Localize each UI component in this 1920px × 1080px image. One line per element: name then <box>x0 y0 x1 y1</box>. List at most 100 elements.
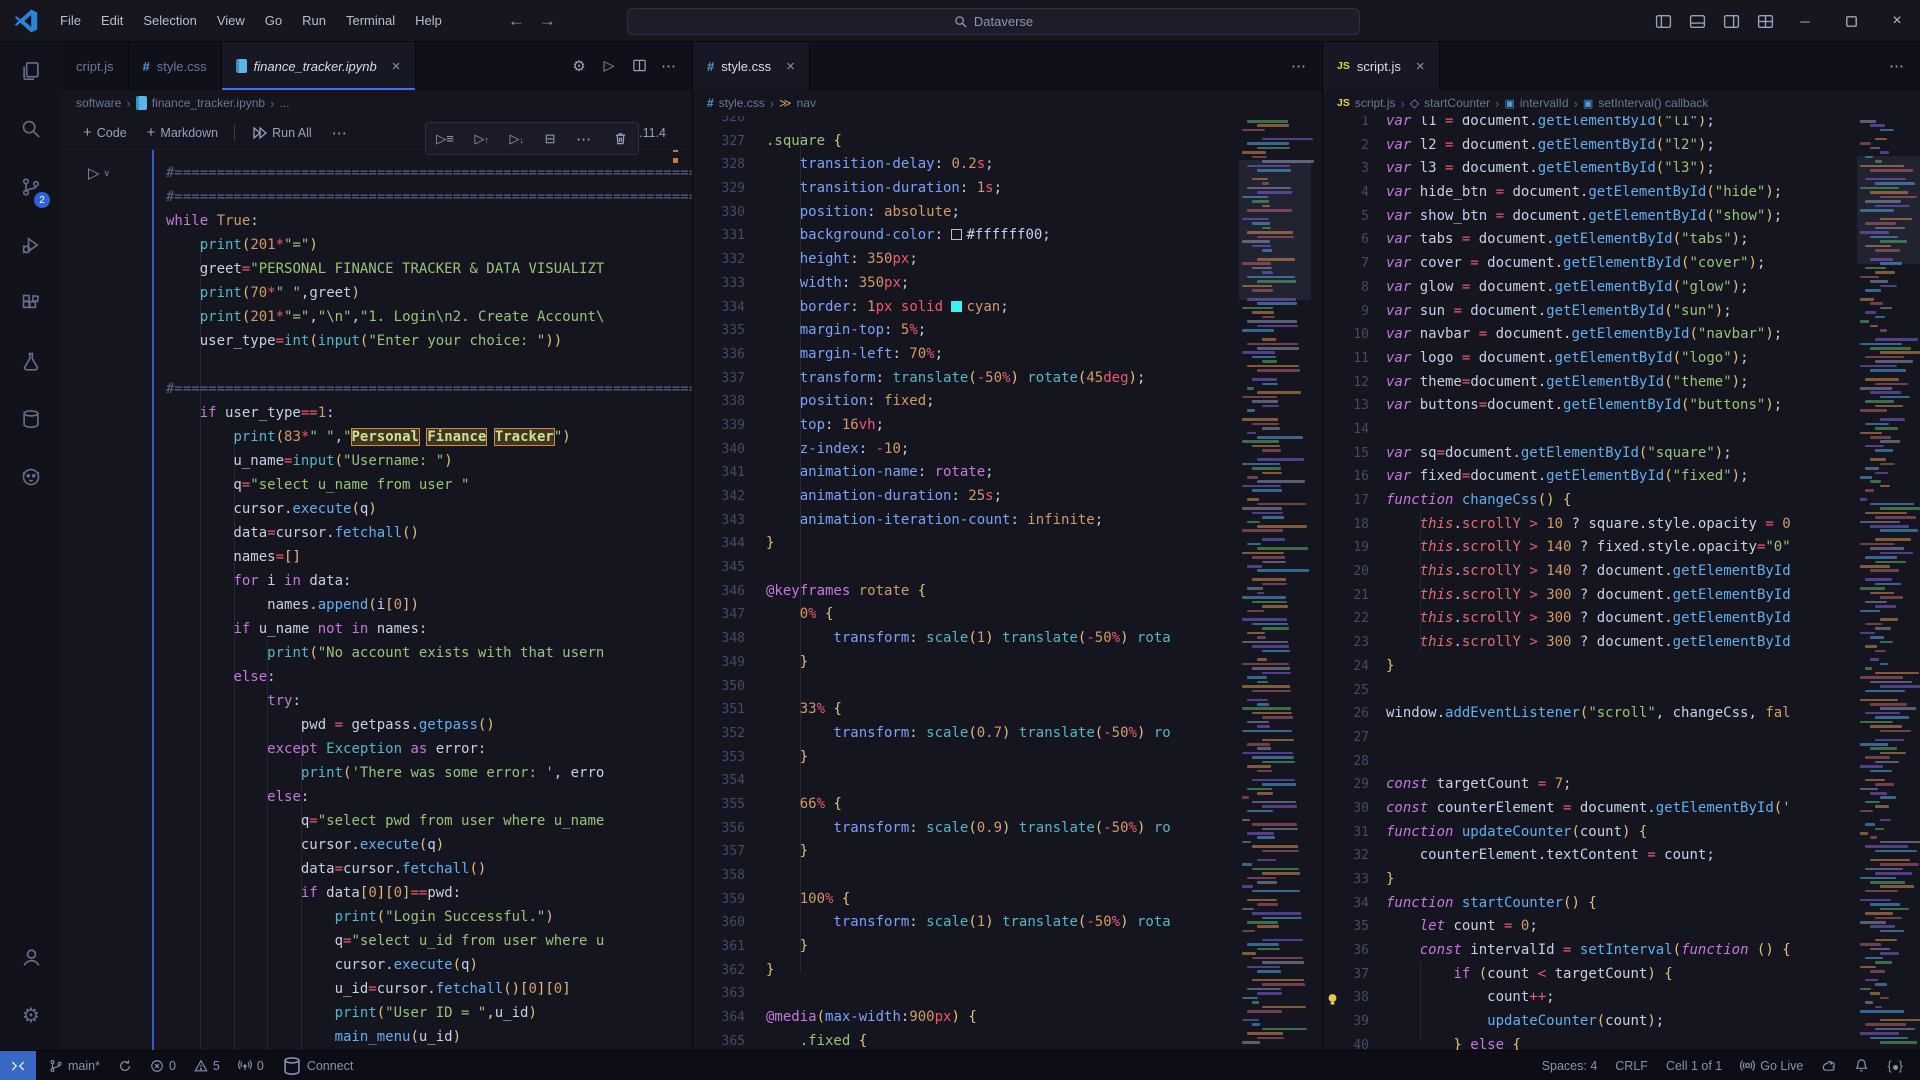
chevron-right-icon: › <box>126 96 130 111</box>
tab-finance-tracker-ipynb[interactable]: finance_tracker.ipynb × <box>222 42 416 90</box>
menu-file[interactable]: File <box>50 0 91 42</box>
close-icon[interactable]: × <box>1416 58 1425 75</box>
minimize-button[interactable]: ─ <box>1782 0 1828 42</box>
breadcrumb-item[interactable]: ... <box>279 96 289 110</box>
activity-testing[interactable] <box>0 332 62 390</box>
menu-view[interactable]: View <box>207 0 255 42</box>
run-debug-icon <box>21 235 41 255</box>
js-editor[interactable]: var l1 = document.getElementById("l1");v… <box>1386 110 1791 1050</box>
run-all-button[interactable]: Run All <box>243 125 320 141</box>
split-icon[interactable] <box>626 58 652 73</box>
lightbulb-icon[interactable] <box>1325 992 1340 1007</box>
more-icon[interactable]: ⋯ <box>576 130 592 148</box>
layout-bottom-toggle-button[interactable] <box>1680 0 1714 42</box>
run-below-icon[interactable]: ▷↓ <box>510 131 525 147</box>
status-remote[interactable] <box>0 1051 36 1080</box>
more-icon[interactable]: ⋯ <box>1286 57 1312 75</box>
split-cell-icon[interactable]: ⊟ <box>545 131 556 147</box>
layout-right-toggle-button[interactable] <box>1714 0 1748 42</box>
close-icon[interactable]: × <box>392 58 401 75</box>
layout-grid-toggle-button[interactable] <box>1748 0 1782 42</box>
play-icon[interactable]: ▷ <box>596 57 622 74</box>
add-markdown-cell-button[interactable]: +Markdown <box>139 124 226 141</box>
css-editor[interactable]: .square { transition-delay: 0.2s; transi… <box>766 106 1171 1050</box>
tab-style-css[interactable]: #style.css× <box>693 42 810 90</box>
status-spaces-4[interactable]: Spaces: 4 <box>1533 1051 1607 1080</box>
status-cell-1-of-1[interactable]: Cell 1 of 1 <box>1657 1051 1731 1080</box>
title-bar: FileEditSelectionViewGoRunTerminalHelp ←… <box>0 0 1920 42</box>
menu-help[interactable]: Help <box>405 0 452 42</box>
activity-search[interactable] <box>0 100 62 158</box>
status-label: 0 <box>169 1059 176 1073</box>
run-above-icon[interactable]: ▷↑ <box>474 131 489 147</box>
run-cell-button[interactable]: ▷∨ <box>88 164 110 182</box>
menu-bar: FileEditSelectionViewGoRunTerminalHelp <box>50 0 452 42</box>
chevron-right-icon: › <box>270 96 274 111</box>
more-icon[interactable]: ⋯ <box>656 57 682 75</box>
breadcrumb[interactable]: software › finance_tracker.ipynb ›... <box>62 90 692 116</box>
minimap[interactable] <box>1857 116 1920 1050</box>
breadcrumb-item[interactable]: setInterval() callback <box>1598 96 1708 110</box>
status-branch[interactable]: main* <box>40 1051 109 1080</box>
close-icon[interactable]: × <box>786 58 795 75</box>
minimap[interactable] <box>1239 116 1311 1050</box>
breadcrumb-item[interactable]: script.js <box>1355 96 1396 110</box>
layout-left-toggle-button[interactable] <box>1646 0 1680 42</box>
close-button[interactable]: × <box>1874 0 1920 42</box>
activity-database[interactable] <box>0 390 62 448</box>
activity-extensions[interactable] <box>0 274 62 332</box>
status-crlf[interactable]: CRLF <box>1606 1051 1657 1080</box>
activity-source-control[interactable]: 2 <box>0 158 62 216</box>
notebook-cell-editor[interactable]: #=======================================… <box>166 161 692 1049</box>
activity-account[interactable] <box>0 928 62 986</box>
tab-script-js[interactable]: JSscript.js× <box>1323 42 1440 90</box>
maximize-button[interactable] <box>1828 0 1874 42</box>
back-button[interactable]: ← <box>508 11 525 31</box>
command-center-search[interactable]: Dataverse <box>627 8 1360 35</box>
testing-icon <box>21 351 41 371</box>
breadcrumb-item[interactable]: finance_tracker.ipynb <box>152 96 265 110</box>
status-bell[interactable] <box>1845 1051 1878 1080</box>
minimize-icon: ─ <box>1800 14 1809 29</box>
more-icon[interactable]: ⋯ <box>1884 57 1910 75</box>
activity-settings[interactable]: ⚙ <box>0 986 62 1044</box>
status-squirrel[interactable] <box>1812 1051 1845 1080</box>
layout-left-icon <box>1655 13 1672 30</box>
notebook-more-button[interactable]: ⋯ <box>324 124 356 142</box>
activity-chat[interactable] <box>0 448 62 506</box>
breadcrumb-item[interactable]: software <box>76 96 121 110</box>
execute-cell-icon[interactable]: ▷≡ <box>436 131 454 147</box>
status-braces[interactable]: {} <box>1878 1051 1912 1080</box>
database-icon <box>21 409 41 429</box>
breadcrumb[interactable]: #style.css›≫nav <box>693 90 1322 116</box>
activity-run-debug[interactable] <box>0 216 62 274</box>
status-broadcast[interactable]: Go Live <box>1731 1051 1812 1080</box>
status-database[interactable]: Connect <box>273 1051 363 1080</box>
status-error[interactable]: 0 <box>141 1051 185 1080</box>
menu-go[interactable]: Go <box>255 0 292 42</box>
forward-button[interactable]: → <box>539 11 556 31</box>
gear-icon[interactable]: ⚙ <box>566 57 592 75</box>
tab-label: finance_tracker.ipynb <box>254 59 377 74</box>
menu-selection[interactable]: Selection <box>133 0 206 42</box>
menu-run[interactable]: Run <box>292 0 336 42</box>
status-ports[interactable]: 0 <box>229 1051 273 1080</box>
add-code-cell-button[interactable]: +Code <box>75 124 135 141</box>
breadcrumb-item[interactable]: intervalId <box>1520 96 1569 110</box>
activity-files[interactable] <box>0 42 62 100</box>
menu-edit[interactable]: Edit <box>91 0 133 42</box>
chevron-right-icon: › <box>1574 96 1578 111</box>
delete-icon[interactable] <box>613 131 628 146</box>
braces-icon: {} <box>1887 1058 1903 1073</box>
breadcrumb-item[interactable]: nav <box>797 96 816 110</box>
line-numbers: 1234567891011121314151617181920212223242… <box>1339 110 1369 1050</box>
status-warning[interactable]: 5 <box>185 1051 229 1080</box>
close-window-icon: × <box>1892 12 1901 30</box>
tab-cript-js[interactable]: cript.js <box>62 42 129 90</box>
breadcrumb-item[interactable]: style.css <box>719 96 765 110</box>
status-sync[interactable] <box>109 1051 141 1080</box>
tab-style-css[interactable]: #style.css <box>129 42 222 90</box>
breadcrumb[interactable]: JSscript.js›◇startCounter›▣intervalId›▣s… <box>1323 90 1920 116</box>
breadcrumb-item[interactable]: startCounter <box>1424 96 1490 110</box>
menu-terminal[interactable]: Terminal <box>336 0 405 42</box>
